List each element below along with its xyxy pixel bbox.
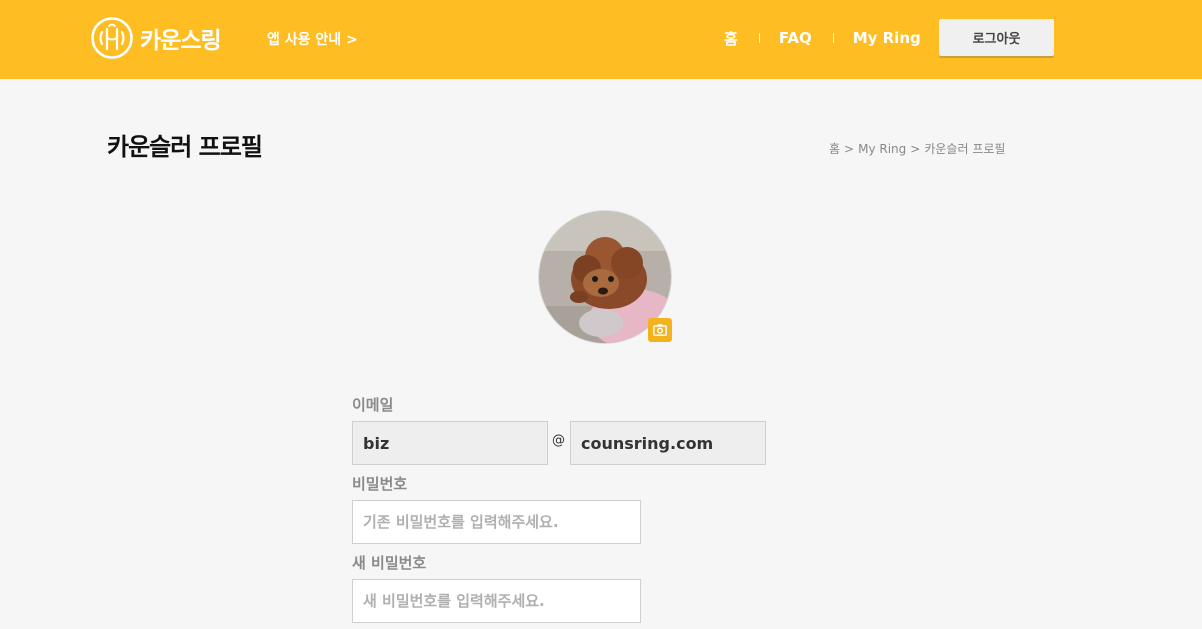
logo-text: 카운스링 <box>140 28 222 54</box>
nav-divider <box>832 33 834 43</box>
email-label: 이메일 <box>352 396 394 414</box>
nav-my-ring[interactable]: My Ring <box>853 29 921 47</box>
breadcrumb: 홈 > My Ring > 카운슬러 프로필 <box>829 140 1005 157</box>
password-label: 비밀번호 <box>352 475 408 493</box>
logo-icon <box>91 17 133 59</box>
change-photo-button[interactable] <box>648 318 672 342</box>
current-password-field[interactable] <box>352 500 641 544</box>
logo[interactable]: 카운스링 <box>90 15 222 61</box>
new-password-field[interactable] <box>352 579 641 623</box>
email-domain-field[interactable] <box>570 421 766 465</box>
nav-home[interactable]: 홈 <box>724 28 738 49</box>
logout-button[interactable]: 로그아웃 <box>939 19 1054 56</box>
email-local-field[interactable] <box>352 421 548 465</box>
main-nav: 홈 FAQ My Ring <box>724 27 921 49</box>
profile-avatar-area <box>538 210 672 344</box>
breadcrumb-home[interactable]: 홈 <box>829 140 840 157</box>
breadcrumb-current: 카운슬러 프로필 <box>924 142 1006 156</box>
app-guide-link[interactable]: 앱 사용 안내 > <box>267 29 358 49</box>
chevron-right-icon: > <box>844 141 855 156</box>
page-title: 카운슬러 프로필 <box>107 133 263 161</box>
new-password-label: 새 비밀번호 <box>352 554 427 572</box>
at-sign: @ <box>552 433 565 448</box>
breadcrumb-my-ring[interactable]: My Ring <box>858 142 906 156</box>
nav-divider <box>758 33 760 43</box>
chevron-right-icon: > <box>910 141 921 156</box>
top-header: 카운스링 앱 사용 안내 > 홈 FAQ My Ring 로그아웃 <box>0 0 1202 79</box>
camera-icon <box>653 324 667 336</box>
nav-faq[interactable]: FAQ <box>779 29 812 47</box>
